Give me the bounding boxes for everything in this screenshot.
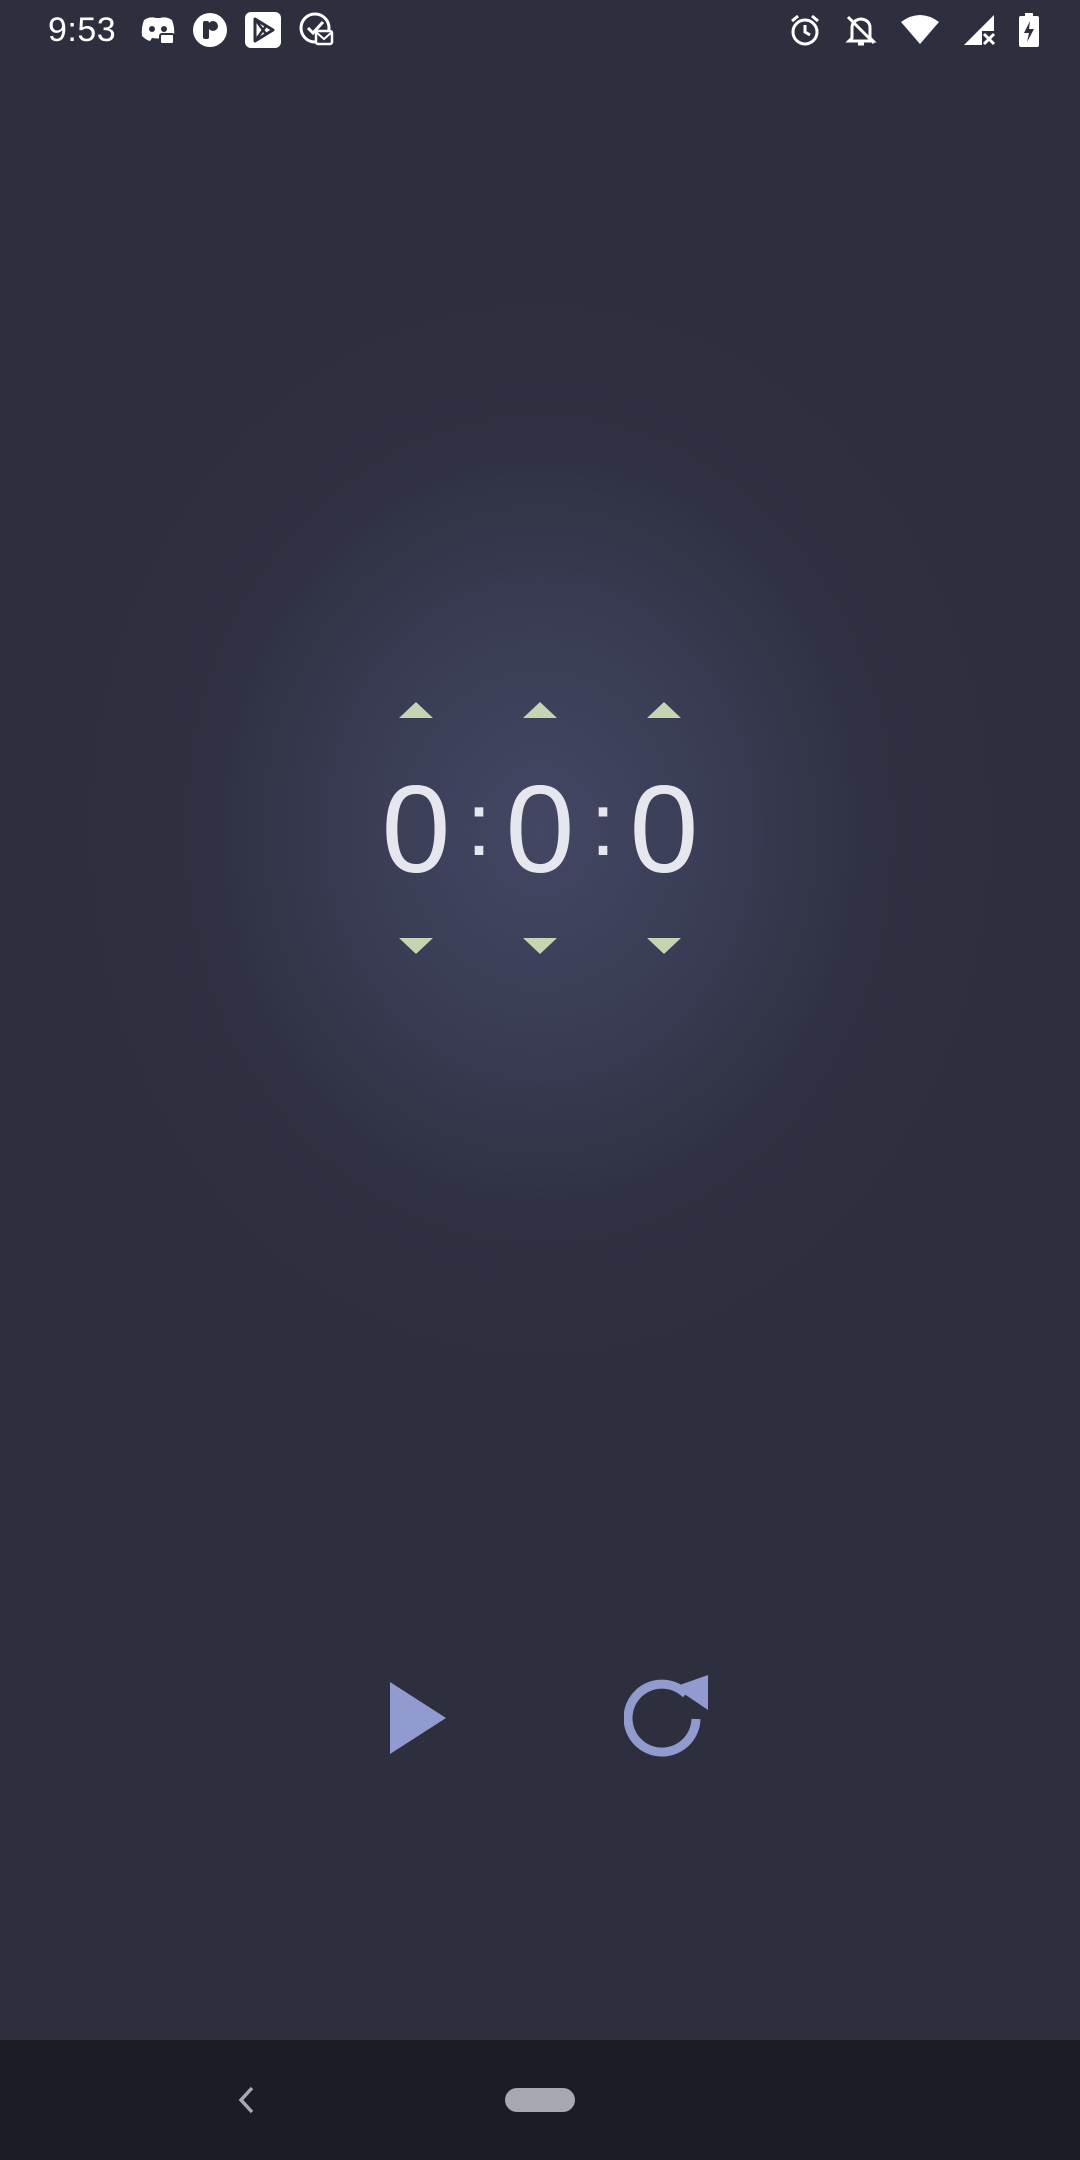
- bell-off-icon: [844, 13, 878, 47]
- arrow-down-icon: [523, 938, 557, 954]
- alarm-icon: [788, 13, 822, 47]
- signal-off-icon: [962, 13, 996, 47]
- hours-increment-button[interactable]: [386, 690, 446, 730]
- timer-picker: 0 : 0 : 0: [0, 690, 1080, 970]
- discord-icon: [140, 14, 176, 46]
- start-button[interactable]: [358, 1658, 478, 1778]
- hours-value[interactable]: 0: [366, 755, 466, 905]
- minutes-decrement-button[interactable]: [510, 926, 570, 966]
- arrow-down-icon: [399, 938, 433, 954]
- status-time: 9:53: [48, 11, 117, 49]
- arrow-up-icon: [523, 702, 557, 718]
- check-mail-icon: [298, 11, 336, 49]
- reset-button[interactable]: [609, 1658, 729, 1778]
- app-screen: 9:53 0: 0: 0: [0, 0, 1080, 2040]
- back-button[interactable]: [216, 2070, 276, 2130]
- seconds-decrement-button[interactable]: [634, 926, 694, 966]
- navigation-bar: [0, 2040, 1080, 2160]
- reset-icon: [624, 1675, 708, 1757]
- minutes-increment-button[interactable]: [510, 690, 570, 730]
- app-p-icon: [192, 12, 228, 48]
- minutes-value[interactable]: 0: [490, 755, 590, 905]
- wifi-icon: [900, 14, 940, 46]
- hours-decrement-button[interactable]: [386, 926, 446, 966]
- arrow-up-icon: [647, 702, 681, 718]
- seconds-increment-button[interactable]: [634, 690, 694, 730]
- arrow-up-icon: [399, 702, 433, 718]
- home-pill-icon[interactable]: [505, 2088, 575, 2112]
- arrow-down-icon: [647, 938, 681, 954]
- play-icon: [390, 1682, 446, 1754]
- back-chevron-icon: [238, 2086, 254, 2114]
- notification-icons: [140, 10, 336, 50]
- status-bar: 9:53: [0, 0, 1080, 60]
- battery-charging-icon: [1018, 12, 1040, 48]
- system-icons: [788, 10, 1040, 50]
- play-store-icon: [244, 11, 282, 49]
- seconds-value[interactable]: 0: [614, 755, 714, 905]
